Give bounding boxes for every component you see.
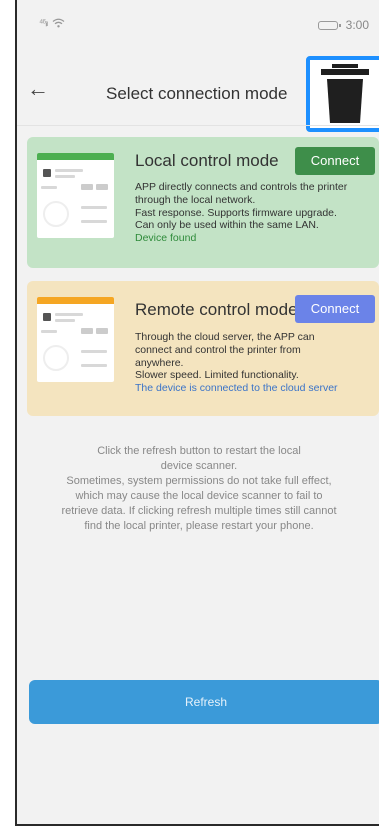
back-arrow-icon[interactable]: ← [27, 76, 49, 102]
local-connect-button[interactable]: Connect [295, 147, 375, 175]
local-mode-card[interactable]: Local control mode Connect APP directly … [27, 137, 379, 268]
remote-mode-title: Remote control mode [135, 300, 298, 319]
remote-mode-description: Through the cloud server, the APP can co… [135, 331, 379, 395]
trash-button[interactable] [306, 56, 379, 132]
local-mode-thumbnail [37, 153, 114, 238]
battery-time: 3:00 [317, 18, 369, 32]
battery-icon [317, 20, 341, 30]
wifi-icon [52, 18, 65, 28]
status-bar: ⁴⁶ᵢₗₗ 3:00 [17, 0, 379, 50]
remote-mode-thumbnail [37, 297, 114, 382]
refresh-hint-text: Click the refresh button to restart the … [61, 445, 337, 532]
status-time: 3:00 [345, 18, 369, 32]
page-title: Select connection mode [106, 84, 288, 103]
local-mode-title: Local control mode [135, 151, 279, 170]
remote-connect-button[interactable]: Connect [295, 295, 375, 323]
signal-indicator: ⁴⁶ᵢₗₗ [39, 18, 65, 29]
local-mode-status: Device found [135, 232, 197, 245]
header-divider [17, 125, 379, 126]
local-mode-description: APP directly connects and controls the p… [135, 181, 379, 245]
remote-mode-status: The device is connected to the cloud ser… [135, 382, 338, 395]
remote-mode-card[interactable]: Remote control mode Connect Through the … [27, 281, 379, 416]
phone-screen: ⁴⁶ᵢₗₗ 3:00 ← Select connection mode Loca… [15, 0, 379, 826]
header: ← Select connection mode [17, 56, 379, 132]
trash-icon [321, 64, 369, 123]
refresh-button[interactable]: Refresh [29, 680, 379, 724]
